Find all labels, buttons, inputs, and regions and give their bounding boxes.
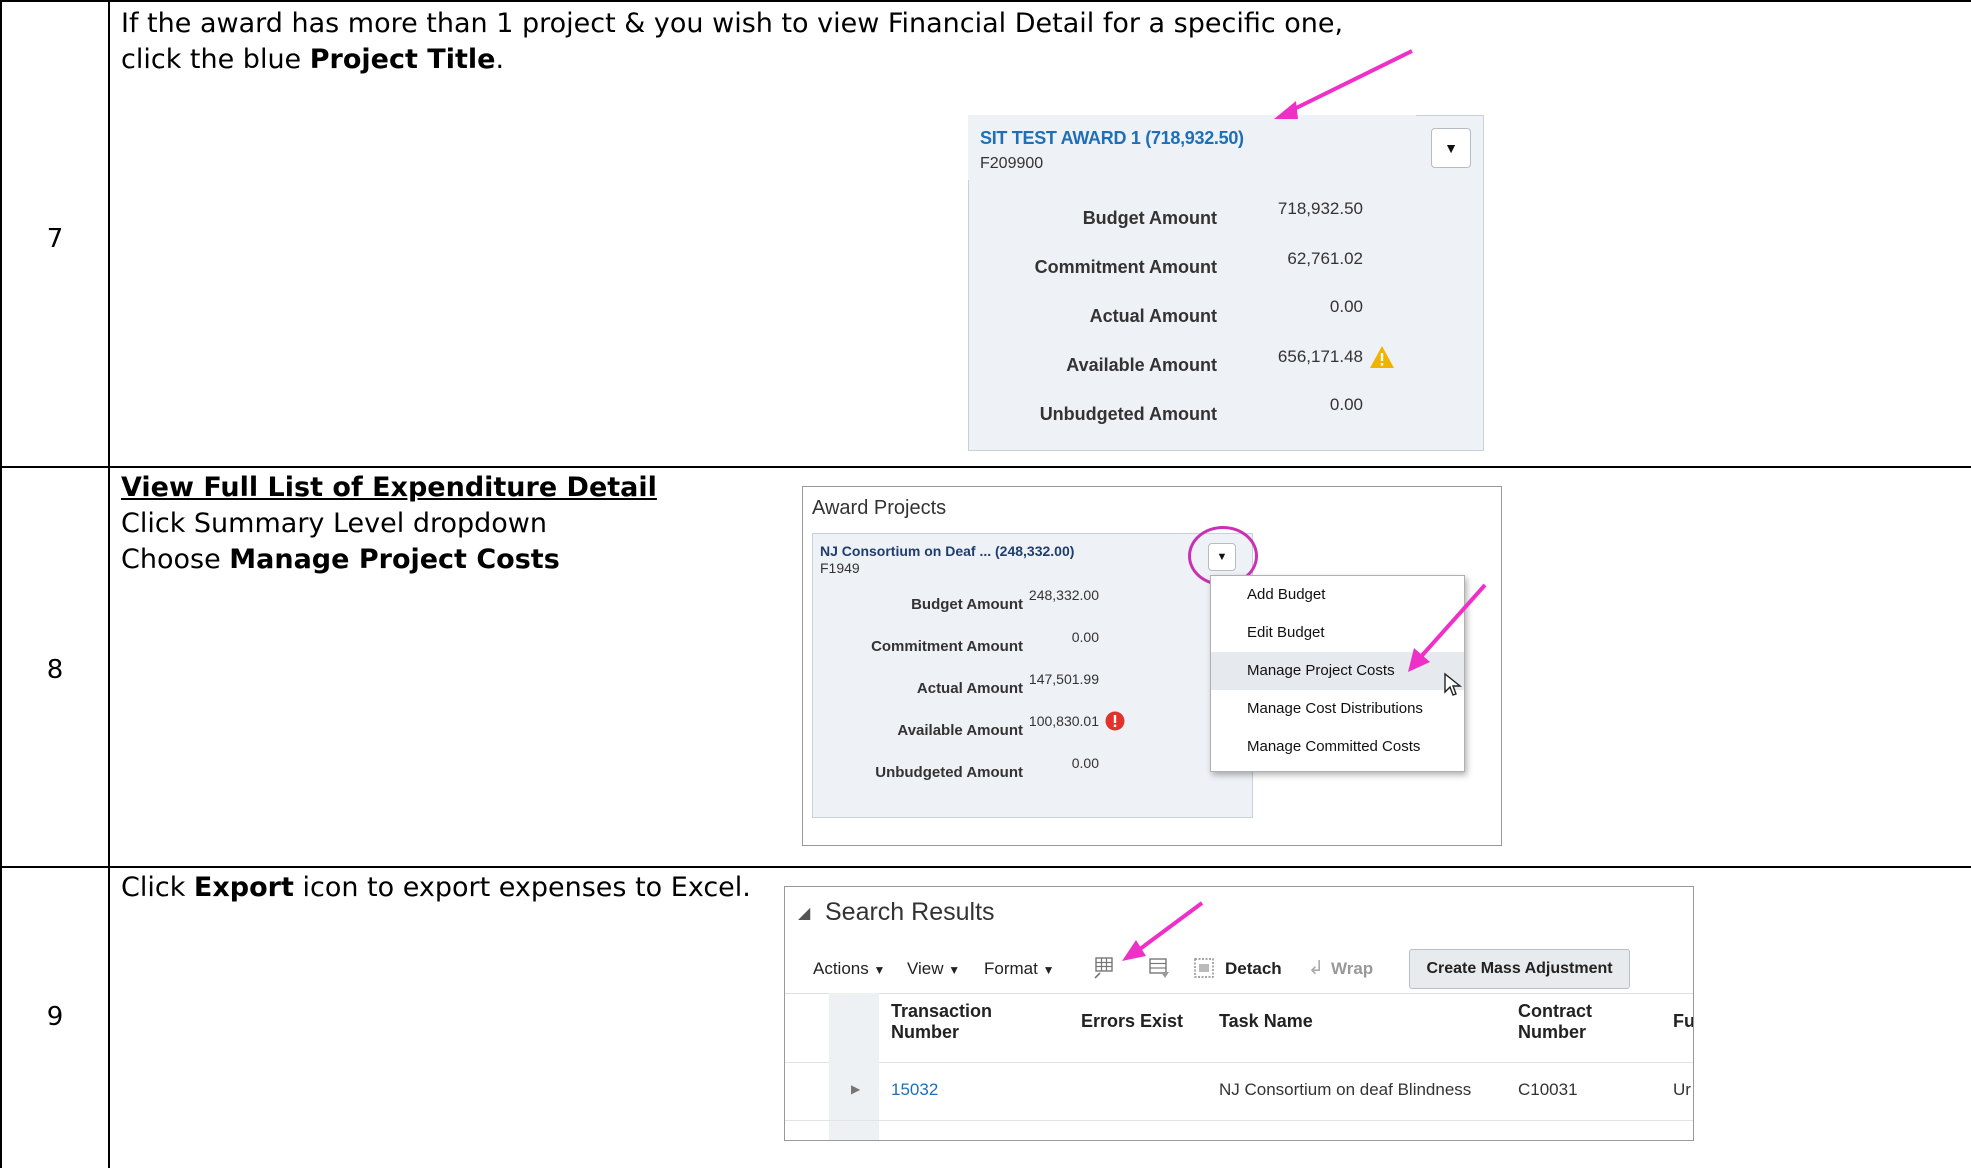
commitment-amount-label: Commitment Amount	[871, 638, 1023, 655]
available-amount-value: 100,830.01	[1028, 713, 1099, 729]
chevron-down-icon: ▼	[948, 963, 961, 977]
step7-line2-bold: Project Title	[309, 44, 496, 75]
row-divider-8-9	[0, 866, 1971, 868]
chevron-down-icon: ▼	[1444, 140, 1458, 156]
column-header-contract-number[interactable]: Contract Number	[1518, 1001, 1618, 1043]
task-name-cell: NJ Consortium on deaf Blindness	[1219, 1080, 1472, 1099]
step8-heading: View Full List of Expenditure Detail	[121, 472, 657, 503]
pointer-arrow-icon	[1122, 901, 1204, 961]
warning-icon	[1370, 346, 1394, 368]
create-mass-adjustment-button[interactable]: Create Mass Adjustment	[1409, 949, 1630, 989]
search-results-title: Search Results	[825, 898, 995, 926]
actual-amount-label: Actual Amount	[1089, 306, 1217, 326]
table-border-left	[0, 0, 2, 1168]
step7-line1: If the award has more than 1 project & y…	[121, 8, 1344, 39]
budget-amount-value: 718,932.50	[1277, 199, 1363, 218]
column-header-errors-exist[interactable]: Errors Exist	[1081, 1011, 1183, 1032]
format-label: Format	[984, 959, 1038, 978]
step8-line3-bold: Manage Project Costs	[229, 544, 560, 575]
table-row: ▶ 15032 NJ Consortium on deaf Blindness …	[785, 1062, 1693, 1121]
column-header-fu[interactable]: Fu	[1673, 1011, 1693, 1032]
commitment-amount-label: Commitment Amount	[1034, 257, 1217, 277]
available-amount-label: Available Amount	[1066, 355, 1217, 375]
detach-button[interactable]: Detach	[1225, 959, 1282, 979]
commitment-amount-value: 0.00	[1071, 629, 1099, 645]
project-code: F1949	[820, 560, 860, 576]
unbudgeted-amount-label: Unbudgeted Amount	[1039, 404, 1217, 424]
step7-line2-post: .	[495, 44, 505, 75]
view-menu[interactable]: View ▼	[907, 959, 960, 979]
budget-amount-label: Budget Amount	[911, 596, 1023, 613]
error-icon	[1105, 711, 1125, 731]
actual-amount-value: 147,501.99	[1028, 671, 1099, 687]
format-menu[interactable]: Format ▼	[984, 959, 1054, 979]
step-number-9: 9	[46, 1002, 64, 1032]
project-code: F209900	[980, 155, 1044, 172]
chevron-down-icon: ▼	[1042, 963, 1055, 977]
pointer-arrow-icon	[1274, 49, 1413, 119]
row-divider-7-8	[0, 466, 1971, 468]
project-title-link[interactable]: NJ Consortium on Deaf ... (248,332.00)	[820, 543, 1074, 559]
chevron-down-icon: ▼	[873, 963, 886, 977]
table-column-divider	[108, 0, 110, 1168]
step9-instructions: Click Export icon to export expenses to …	[121, 870, 771, 906]
step8-line2: Click Summary Level dropdown	[121, 508, 547, 539]
actual-amount-label: Actual Amount	[916, 680, 1023, 697]
unbudgeted-amount-label: Unbudgeted Amount	[875, 764, 1023, 781]
budget-amount-label: Budget Amount	[1082, 208, 1217, 228]
fu-cell: Ur	[1673, 1080, 1691, 1099]
actual-amount-value: 0.00	[1329, 297, 1363, 316]
column-header-transaction-number[interactable]: Transaction Number	[891, 1001, 1021, 1043]
award-summary-card: SIT TEST AWARD 1 (718,932.50) F209900 ▼ …	[968, 115, 1484, 451]
collapse-triangle-icon[interactable]: ◢	[798, 903, 810, 923]
step8-instructions: View Full List of Expenditure Detail Cli…	[121, 470, 771, 578]
unbudgeted-amount-value: 0.00	[1329, 395, 1363, 414]
summary-level-dropdown[interactable]: ▼	[1431, 128, 1471, 168]
search-results-panel: ◢ Search Results Actions ▼ View ▼ Format…	[784, 886, 1694, 1141]
step-number-8: 8	[46, 655, 64, 685]
step9-bold: Export	[193, 872, 294, 903]
step8-line3: Choose Manage Project Costs	[121, 542, 771, 578]
step9-pre: Click	[121, 872, 194, 903]
project-summary-card: NJ Consortium on Deaf ... (248,332.00) F…	[812, 533, 1253, 818]
award-projects-title: Award Projects	[812, 497, 947, 519]
available-amount-label: Available Amount	[897, 722, 1023, 739]
step9-post: icon to export expenses to Excel.	[293, 872, 751, 903]
column-header-task-name[interactable]: Task Name	[1219, 1011, 1313, 1032]
step9-line: Click Export icon to export expenses to …	[121, 870, 771, 906]
menu-item-manage-cost-distributions[interactable]: Manage Cost Distributions	[1211, 700, 1464, 717]
available-amount-value: 656,171.48	[1277, 347, 1363, 366]
transaction-number-link[interactable]: 15032	[891, 1080, 938, 1100]
view-label: View	[907, 959, 944, 978]
step-number-7: 7	[46, 224, 64, 254]
actions-menu[interactable]: Actions ▼	[813, 959, 885, 979]
wrap-button[interactable]: Wrap	[1331, 959, 1373, 979]
menu-item-manage-committed-costs[interactable]: Manage Committed Costs	[1211, 738, 1464, 755]
unbudgeted-amount-value: 0.00	[1071, 755, 1099, 771]
expand-row-icon[interactable]: ▶	[851, 1082, 860, 1096]
contract-number-cell: C10031	[1518, 1080, 1578, 1099]
project-title-link[interactable]: SIT TEST AWARD 1 (718,932.50)	[980, 128, 1244, 149]
budget-amount-value: 248,332.00	[1028, 587, 1099, 603]
step7-line2-pre: click the blue	[121, 44, 310, 75]
step8-line3-pre: Choose	[121, 544, 230, 575]
commitment-amount-value: 62,761.02	[1287, 249, 1363, 268]
table-border-top	[0, 0, 1971, 2]
pointer-arrow-icon	[1408, 583, 1487, 672]
wrap-icon[interactable]: ↲	[1308, 957, 1324, 980]
actions-label: Actions	[813, 959, 869, 978]
